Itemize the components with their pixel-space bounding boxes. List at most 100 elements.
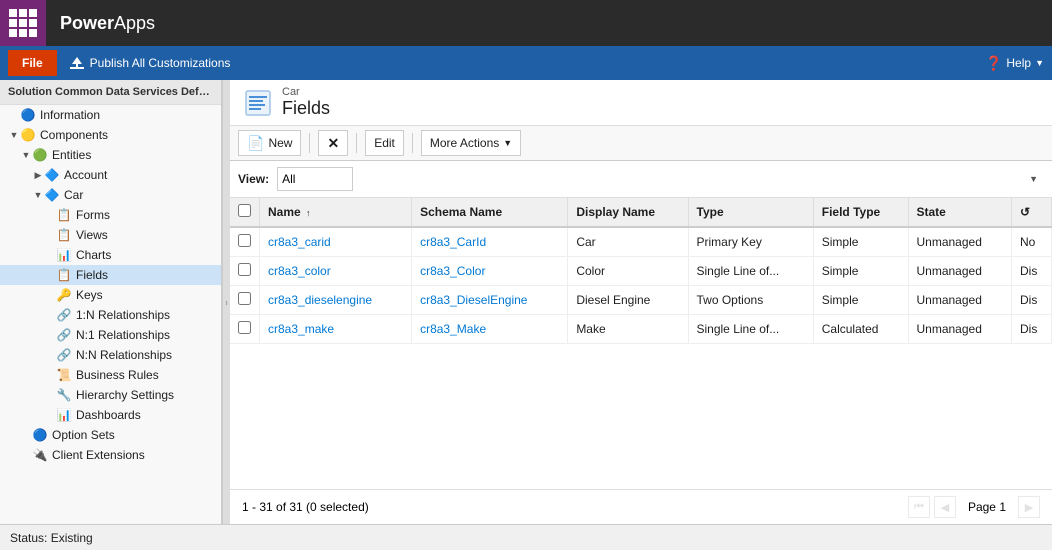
sidebar-label-forms: Forms xyxy=(76,208,110,222)
sidebar-label-client-extensions: Client Extensions xyxy=(52,448,145,462)
field-type-column-header[interactable]: Field Type xyxy=(813,198,908,227)
more-actions-button[interactable]: More Actions ▼ xyxy=(421,130,521,156)
publish-icon xyxy=(69,55,85,71)
sidebar-item-charts[interactable]: 📊 Charts xyxy=(0,245,221,265)
expand-arrow-placeholder xyxy=(44,389,56,401)
row-state: Unmanaged xyxy=(908,286,1012,315)
sidebar-item-client-extensions[interactable]: 🔌 Client Extensions xyxy=(0,445,221,465)
sidebar-item-dashboards[interactable]: 📊 Dashboards xyxy=(0,405,221,425)
sidebar-item-business-rules[interactable]: 📜 Business Rules xyxy=(0,365,221,385)
fields-table: Name ↑ Schema Name Display Name Type xyxy=(230,198,1052,344)
car-icon: 🔷 xyxy=(44,187,60,203)
name-column-header[interactable]: Name ↑ xyxy=(260,198,412,227)
top-bar: PowerApps xyxy=(0,0,1052,46)
toolbar: 📄 New ✕ Edit More Actions ▼ xyxy=(230,126,1052,161)
row-schema-name[interactable]: cr8a3_CarId xyxy=(412,227,568,257)
row-name[interactable]: cr8a3_color xyxy=(260,257,412,286)
1n-rel-icon: 🔗 xyxy=(56,307,72,323)
new-button[interactable]: 📄 New xyxy=(238,130,301,156)
prev-page-button[interactable]: ◀ xyxy=(934,496,956,518)
expand-arrow-placeholder xyxy=(44,309,56,321)
sidebar-item-n1-rel[interactable]: 🔗 N:1 Relationships xyxy=(0,325,221,345)
row-schema-name[interactable]: cr8a3_Make xyxy=(412,315,568,344)
expand-arrow-placeholder xyxy=(44,209,56,221)
expand-arrow-placeholder xyxy=(20,449,32,461)
row-display-name: Color xyxy=(568,257,688,286)
status-bar: Status: Existing xyxy=(0,524,1052,550)
type-column-header[interactable]: Type xyxy=(688,198,813,227)
select-all-checkbox[interactable] xyxy=(238,204,251,217)
view-select[interactable]: All Custom Standard Unmanaged xyxy=(277,167,353,191)
table-row: cr8a3_color cr8a3_Color Color Single Lin… xyxy=(230,257,1052,286)
select-all-column xyxy=(230,198,260,227)
help-button[interactable]: Help xyxy=(1006,56,1031,70)
row-type: Two Options xyxy=(688,286,813,315)
more-actions-dropdown-icon: ▼ xyxy=(503,138,512,148)
content-area: Car Fields 📄 New ✕ Edit More Actions ▼ xyxy=(230,80,1052,524)
sidebar-item-information[interactable]: 🔵 Information xyxy=(0,105,221,125)
sidebar-label-car: Car xyxy=(64,188,83,202)
expand-arrow-placeholder xyxy=(44,329,56,341)
publish-button[interactable]: Publish All Customizations xyxy=(69,55,231,71)
row-checkbox-cell xyxy=(230,257,260,286)
expand-arrow-placeholder xyxy=(44,349,56,361)
edit-button[interactable]: Edit xyxy=(365,130,404,156)
page-header-text: Car Fields xyxy=(282,86,330,119)
expand-arrow: ▼ xyxy=(32,189,44,201)
row-checkbox[interactable] xyxy=(238,321,251,334)
row-field-type: Calculated xyxy=(813,315,908,344)
sidebar-resize-handle[interactable]: ··· xyxy=(222,80,230,524)
row-schema-name[interactable]: cr8a3_DieselEngine xyxy=(412,286,568,315)
sidebar-item-entities[interactable]: ▼ 🟢 Entities xyxy=(0,145,221,165)
sidebar-label-account: Account xyxy=(64,168,107,182)
delete-button[interactable]: ✕ xyxy=(318,130,348,156)
refresh-icon[interactable]: ↺ xyxy=(1020,205,1030,219)
sidebar-item-views[interactable]: 📋 Views xyxy=(0,225,221,245)
row-state: Unmanaged xyxy=(908,315,1012,344)
fields-table-container: Name ↑ Schema Name Display Name Type xyxy=(230,198,1052,489)
view-label: View: xyxy=(238,172,269,186)
table-row: cr8a3_dieselengine cr8a3_DieselEngine Di… xyxy=(230,286,1052,315)
sidebar-label-charts: Charts xyxy=(76,248,111,262)
row-extra: No xyxy=(1012,227,1052,257)
row-name[interactable]: cr8a3_carid xyxy=(260,227,412,257)
waffle-menu[interactable] xyxy=(0,0,46,46)
row-field-type: Simple xyxy=(813,227,908,257)
row-checkbox[interactable] xyxy=(238,234,251,247)
sidebar-item-components[interactable]: ▼ 🟡 Components xyxy=(0,125,221,145)
sidebar-item-fields[interactable]: 📋 Fields xyxy=(0,265,221,285)
account-icon: 🔷 xyxy=(44,167,60,183)
sidebar-label-entities: Entities xyxy=(52,148,91,162)
sidebar-item-keys[interactable]: 🔑 Keys xyxy=(0,285,221,305)
sidebar-label-hierarchy-settings: Hierarchy Settings xyxy=(76,388,174,402)
first-page-button[interactable]: ⏮ xyxy=(908,496,930,518)
sidebar-item-forms[interactable]: 📋 Forms xyxy=(0,205,221,225)
display-name-column-header[interactable]: Display Name xyxy=(568,198,688,227)
sidebar-label-components: Components xyxy=(40,128,108,142)
sidebar-item-hierarchy-settings[interactable]: 🔧 Hierarchy Settings xyxy=(0,385,221,405)
row-name[interactable]: cr8a3_dieselengine xyxy=(260,286,412,315)
pagination-nav: ⏮ ◀ Page 1 ▶ xyxy=(908,496,1040,518)
row-type: Single Line of... xyxy=(688,315,813,344)
file-button[interactable]: File xyxy=(8,50,57,76)
state-column-header[interactable]: State xyxy=(908,198,1012,227)
row-name[interactable]: cr8a3_make xyxy=(260,315,412,344)
expand-arrow: ▶ xyxy=(32,169,44,181)
fields-page-icon xyxy=(244,89,272,117)
help-dropdown-icon[interactable]: ▼ xyxy=(1035,58,1044,68)
sidebar-label-1n-rel: 1:N Relationships xyxy=(76,308,170,322)
sidebar-item-option-sets[interactable]: 🔵 Option Sets xyxy=(0,425,221,445)
schema-name-column-header[interactable]: Schema Name xyxy=(412,198,568,227)
row-checkbox[interactable] xyxy=(238,292,251,305)
row-checkbox[interactable] xyxy=(238,263,251,276)
components-icon: 🟡 xyxy=(20,127,36,143)
row-state: Unmanaged xyxy=(908,257,1012,286)
expand-arrow xyxy=(8,109,20,121)
sidebar-item-nn-rel[interactable]: 🔗 N:N Relationships xyxy=(0,345,221,365)
sidebar-item-1n-rel[interactable]: 🔗 1:N Relationships xyxy=(0,305,221,325)
next-page-button[interactable]: ▶ xyxy=(1018,496,1040,518)
sidebar-item-account[interactable]: ▶ 🔷 Account xyxy=(0,165,221,185)
sidebar-item-car[interactable]: ▼ 🔷 Car xyxy=(0,185,221,205)
row-extra: Dis xyxy=(1012,257,1052,286)
row-schema-name[interactable]: cr8a3_Color xyxy=(412,257,568,286)
